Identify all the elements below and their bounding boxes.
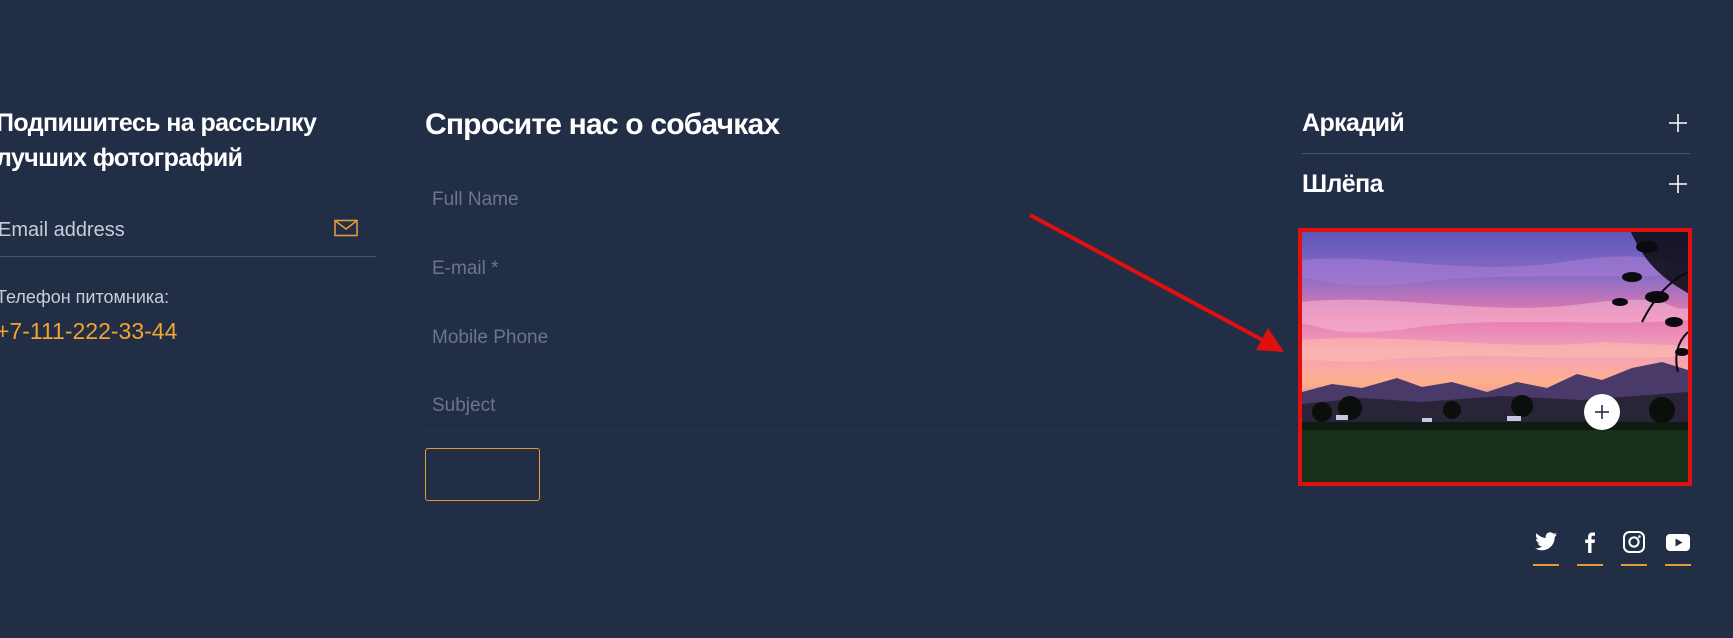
facebook-icon (1585, 532, 1595, 553)
newsletter-title: Подпишитесь на рассылку лучших фотографи… (0, 109, 317, 172)
full-name-field[interactable] (425, 175, 1285, 225)
sunset-mountains-photo (1302, 232, 1688, 482)
twitter-icon (1535, 532, 1557, 551)
newsletter-email-row (0, 212, 376, 257)
instagram-link[interactable] (1621, 528, 1647, 566)
zoom-button[interactable] (1584, 394, 1620, 430)
accordion-item-label: Шлёпа (1302, 170, 1384, 198)
accordion-item-arkady[interactable]: Аркадий (1302, 93, 1690, 154)
accordion-item-label: Аркадий (1302, 109, 1405, 137)
phone-number-link[interactable]: +7-111-222-33-44 (0, 318, 177, 345)
plus-icon[interactable] (1668, 113, 1688, 133)
subject-field-wrapper (425, 381, 1285, 432)
accordion-item-shlepa[interactable]: Шлёпа (1302, 154, 1690, 214)
mail-icon[interactable] (334, 219, 358, 237)
mobile-phone-field[interactable] (425, 313, 1285, 363)
youtube-icon (1666, 534, 1690, 551)
submit-button[interactable] (425, 448, 540, 501)
gallery-image-frame[interactable] (1298, 228, 1692, 486)
twitter-link[interactable] (1533, 528, 1559, 566)
youtube-link[interactable] (1665, 528, 1691, 566)
subject-field[interactable] (425, 381, 1285, 431)
facebook-link[interactable] (1577, 528, 1603, 566)
plus-icon[interactable] (1668, 174, 1688, 194)
email-field[interactable] (425, 244, 1285, 294)
contact-form-title: Спросите нас о собачках (425, 108, 780, 141)
phone-label: Телефон питомника: (0, 287, 170, 307)
mobile-phone-field-wrapper (425, 313, 1285, 364)
instagram-icon (1623, 531, 1645, 553)
full-name-field-wrapper (425, 175, 1285, 226)
plus-icon (1595, 405, 1609, 419)
email-field-wrapper (425, 244, 1285, 295)
newsletter-email-input[interactable] (0, 214, 320, 246)
